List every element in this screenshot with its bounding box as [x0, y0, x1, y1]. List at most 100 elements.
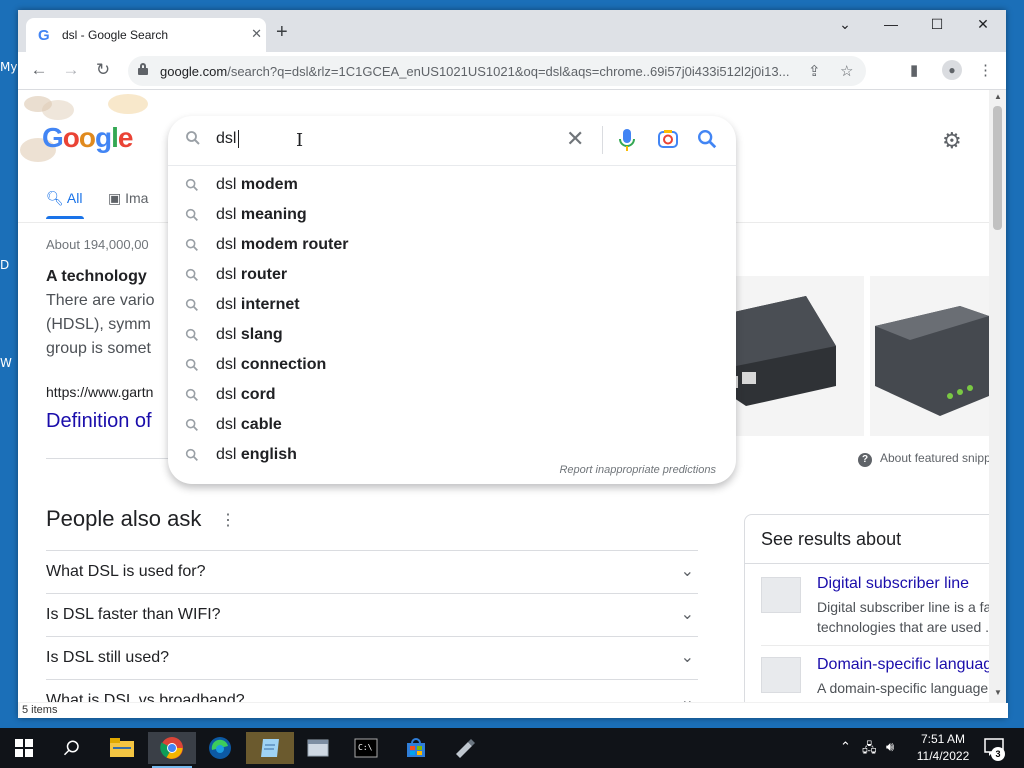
paa-question[interactable]: What DSL is used for? ⌄: [46, 550, 698, 593]
store-taskbar-button[interactable]: [392, 732, 440, 764]
scroll-up-arrow-icon[interactable]: ▲: [994, 92, 1002, 101]
notepad-taskbar-button[interactable]: [246, 732, 294, 764]
suggestion-item[interactable]: dsl cord: [168, 380, 736, 410]
search-input[interactable]: dsl: [216, 130, 240, 148]
clear-search-icon[interactable]: ✕: [566, 126, 584, 152]
suggestion-item[interactable]: dsl meaning: [168, 200, 736, 230]
maximize-button[interactable]: ☐: [922, 16, 952, 33]
close-window-button[interactable]: ✕: [968, 16, 998, 33]
paa-question-text: Is DSL still used?: [46, 649, 170, 666]
snippet-source-url[interactable]: https://www.gartn: [46, 384, 153, 400]
suggestion-item[interactable]: dsl router: [168, 260, 736, 290]
profile-avatar-icon[interactable]: ●: [942, 60, 962, 80]
paa-question-text: What is DSL vs broadband?: [46, 692, 245, 702]
google-lens-icon[interactable]: [656, 127, 680, 151]
suggestion-completion: router: [240, 266, 288, 283]
snippet-line: (HDSL), symm: [46, 316, 151, 333]
see-results-desc: technologies that are used ...: [817, 619, 989, 635]
suggestion-item[interactable]: dsl modem router: [168, 230, 736, 260]
file-explorer-taskbar-button[interactable]: [98, 732, 146, 764]
see-results-link[interactable]: Digital subscriber line: [817, 575, 969, 593]
start-button[interactable]: [0, 732, 48, 764]
svg-text:C:\: C:\: [358, 743, 373, 752]
about-featured-snippets[interactable]: ? About featured snipp: [858, 451, 989, 467]
chevron-down-icon: ⌄: [680, 692, 694, 702]
suggestion-text: dsl router: [216, 266, 287, 284]
side-panel-icon[interactable]: ▮: [910, 61, 918, 79]
suggestion-item[interactable]: dsl internet: [168, 290, 736, 320]
new-tab-button[interactable]: +: [276, 22, 288, 42]
url-text[interactable]: google.com/search?q=dsl&rlz=1C1GCEA_enUS…: [160, 64, 800, 79]
suggestion-text: dsl meaning: [216, 206, 307, 224]
result-thumbnail[interactable]: [761, 577, 801, 613]
snippet-link[interactable]: Definition of: [46, 410, 152, 433]
result-stats: About 194,000,00: [46, 237, 149, 252]
suggestion-text: dsl connection: [216, 356, 326, 374]
tab-close-icon[interactable]: ✕: [251, 26, 262, 42]
ibeam-cursor-icon: I: [296, 130, 304, 151]
suggestion-item[interactable]: dsl cable: [168, 410, 736, 440]
microphone-icon[interactable]: [618, 128, 636, 152]
edge-taskbar-button[interactable]: [196, 732, 244, 764]
paa-question-text: Is DSL faster than WIFI?: [46, 606, 221, 623]
suggestion-text: dsl modem router: [216, 236, 348, 254]
suggestion-item[interactable]: dsl slang: [168, 320, 736, 350]
report-predictions-link[interactable]: Report inappropriate predictions: [559, 464, 716, 476]
network-icon[interactable]: 🖧︎: [862, 739, 877, 761]
suggestion-item[interactable]: dsl connection: [168, 350, 736, 380]
app-taskbar-button[interactable]: [294, 732, 342, 764]
snippet-heading: A technology: [46, 268, 147, 285]
vertical-scrollbar[interactable]: ▲ ▼: [989, 90, 1006, 702]
search-small-icon: 🔍︎: [46, 190, 64, 206]
suggestion-text: dsl cord: [216, 386, 276, 404]
google-logo[interactable]: Google: [42, 122, 133, 154]
snippet-line: group is somet: [46, 340, 151, 357]
paa-question[interactable]: Is DSL still used? ⌄: [46, 636, 698, 679]
share-icon[interactable]: ⇪: [808, 62, 821, 80]
dsl-modem-photo-1[interactable]: [716, 276, 864, 436]
settings-gear-icon[interactable]: ⚙: [942, 128, 962, 154]
browser-toolbar: ← → ↻ google.com/search?q=dsl&rlz=1C1GCE…: [18, 52, 1006, 90]
system-clock[interactable]: 7:51 AM 11/4/2022: [912, 731, 974, 765]
suggestion-completion: slang: [240, 326, 283, 343]
search-icon: [63, 740, 79, 756]
menu-kebab-icon[interactable]: ⋮: [978, 61, 993, 79]
search-icon: [185, 238, 198, 251]
see-results-link[interactable]: Domain-specific languag: [817, 656, 989, 674]
paa-question[interactable]: What is DSL vs broadband? ⌄: [46, 679, 698, 702]
suggestion-item[interactable]: dsl modem: [168, 170, 736, 200]
minimize-button[interactable]: —: [876, 16, 906, 32]
search-icon: [185, 358, 198, 371]
forward-button[interactable]: →: [60, 60, 82, 80]
search-icon: [185, 268, 198, 281]
back-button[interactable]: ←: [28, 60, 50, 80]
bookmark-star-icon[interactable]: ☆: [840, 62, 853, 80]
volume-icon[interactable]: 🔊︎: [886, 739, 894, 755]
dsl-modem-photo-2[interactable]: [870, 276, 989, 436]
tab-search-button[interactable]: ⌄: [830, 16, 860, 33]
chrome-taskbar-button[interactable]: [148, 732, 196, 768]
search-icon: [185, 178, 198, 191]
more-options-icon[interactable]: ⋮: [220, 510, 236, 530]
search-icon: [185, 448, 198, 461]
suggestion-prefix: dsl: [216, 326, 237, 343]
result-thumbnail[interactable]: [761, 657, 801, 693]
paa-question[interactable]: Is DSL faster than WIFI? ⌄: [46, 593, 698, 636]
usb-tool-taskbar-button[interactable]: [440, 732, 488, 764]
address-bar[interactable]: google.com/search?q=dsl&rlz=1C1GCEA_enUS…: [128, 56, 866, 86]
tab-all-label: All: [66, 190, 83, 206]
items-count: 5 items: [22, 704, 58, 716]
reload-button[interactable]: ↻: [92, 60, 114, 80]
people-also-ask-title: People also ask: [46, 506, 202, 531]
browser-tab[interactable]: G dsl - Google Search ✕: [26, 18, 266, 52]
help-circle-icon: ?: [858, 453, 872, 467]
tab-images[interactable]: ▣ Ima: [108, 190, 148, 207]
scroll-down-arrow-icon[interactable]: ▼: [994, 688, 1002, 697]
search-submit-icon[interactable]: [696, 128, 718, 150]
tab-all[interactable]: 🔍︎ All: [46, 190, 82, 207]
search-taskbar-button[interactable]: [48, 732, 96, 764]
terminal-taskbar-button[interactable]: C:\: [342, 732, 390, 764]
vertical-scroll-thumb[interactable]: [993, 106, 1002, 230]
desktop-icon-label-w: W: [0, 356, 12, 370]
show-hidden-icons-icon[interactable]: ⌃: [840, 739, 851, 755]
